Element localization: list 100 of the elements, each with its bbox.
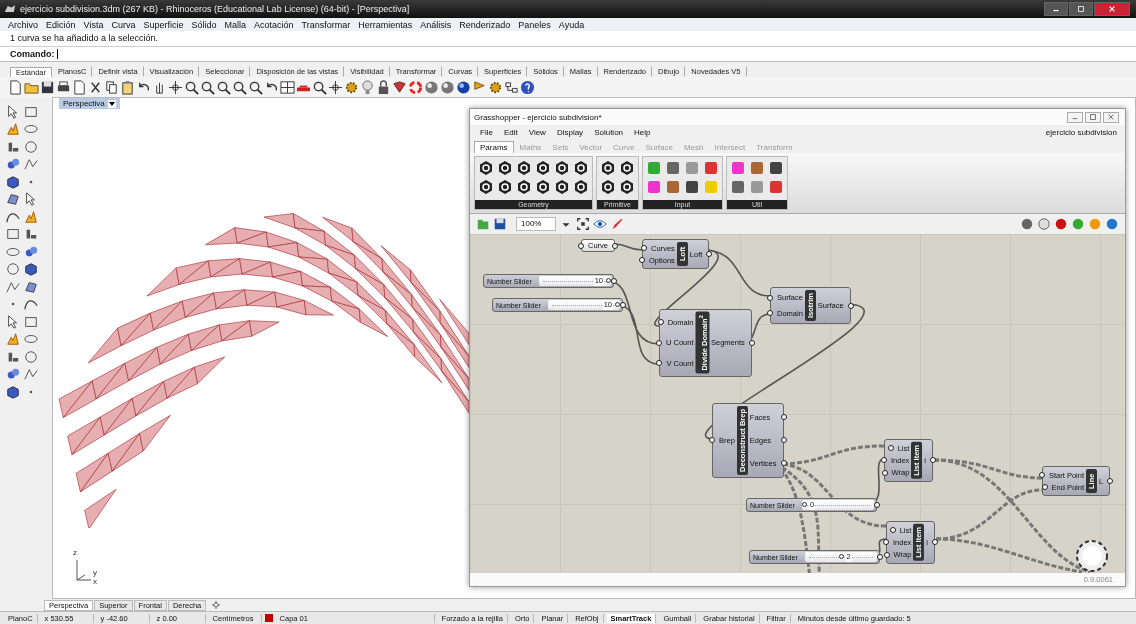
menu-item[interactable]: Renderizado bbox=[459, 19, 511, 30]
output-port[interactable] bbox=[748, 339, 755, 346]
output-port[interactable] bbox=[874, 502, 880, 508]
menu-item[interactable]: Ayuda bbox=[558, 19, 585, 30]
move-icon[interactable] bbox=[328, 79, 343, 95]
sphere-icon[interactable] bbox=[1054, 217, 1068, 231]
maximize-button[interactable] bbox=[1085, 111, 1101, 123]
menu-item[interactable]: Transformar bbox=[301, 19, 351, 30]
menu-item[interactable]: Solution bbox=[594, 127, 624, 137]
hexagon-icon[interactable] bbox=[535, 160, 551, 176]
polyline-icon[interactable] bbox=[24, 367, 38, 382]
add-tab-icon[interactable] bbox=[211, 600, 222, 610]
hexagon-icon[interactable] bbox=[573, 160, 589, 176]
pointer-icon[interactable] bbox=[6, 104, 20, 119]
tile-icon[interactable] bbox=[646, 160, 662, 176]
rectangle-icon[interactable] bbox=[24, 314, 38, 329]
tile-icon[interactable] bbox=[730, 179, 746, 195]
polyline-icon[interactable] bbox=[24, 157, 38, 172]
output-port[interactable] bbox=[877, 554, 883, 560]
gear-icon[interactable] bbox=[344, 79, 359, 95]
close-button[interactable] bbox=[1103, 111, 1119, 123]
sphere-icon[interactable] bbox=[440, 79, 455, 95]
copy-icon[interactable] bbox=[104, 79, 119, 95]
box-icon[interactable] bbox=[24, 262, 38, 277]
output-port[interactable] bbox=[780, 414, 787, 421]
help-icon[interactable] bbox=[520, 79, 535, 95]
tile-icon[interactable] bbox=[730, 160, 746, 176]
tile-icon[interactable] bbox=[749, 160, 765, 176]
menu-item[interactable]: Edición bbox=[46, 19, 76, 30]
circle-icon[interactable] bbox=[6, 262, 20, 277]
input-port[interactable] bbox=[709, 437, 715, 444]
hexagon-icon[interactable] bbox=[573, 179, 589, 195]
grid-icon[interactable] bbox=[280, 79, 295, 95]
menu-item[interactable]: Acotación bbox=[254, 19, 294, 30]
menu-item[interactable]: Superficie bbox=[143, 19, 184, 30]
box-icon[interactable] bbox=[6, 174, 20, 189]
menu-item[interactable]: File bbox=[480, 127, 493, 137]
output-port[interactable] bbox=[930, 457, 937, 464]
hexagon-icon[interactable] bbox=[516, 179, 532, 195]
tile-icon[interactable] bbox=[768, 160, 784, 176]
rectangle-icon[interactable] bbox=[6, 227, 20, 242]
save-icon[interactable] bbox=[493, 217, 507, 231]
hexagon-icon[interactable] bbox=[600, 160, 616, 176]
viewport[interactable] bbox=[52, 97, 1136, 599]
maximize-button[interactable] bbox=[1069, 2, 1093, 16]
input-port[interactable] bbox=[656, 339, 662, 346]
burst-icon[interactable] bbox=[6, 122, 20, 137]
menu-item[interactable]: Edit bbox=[503, 127, 518, 137]
save-icon[interactable] bbox=[40, 79, 55, 95]
spheres-icon[interactable] bbox=[24, 244, 38, 259]
magnifier-icon[interactable] bbox=[184, 79, 199, 95]
tile-icon[interactable] bbox=[646, 179, 662, 195]
menu-item[interactable]: Archivo bbox=[8, 19, 38, 30]
output-port[interactable] bbox=[847, 302, 854, 309]
sphere-icon[interactable] bbox=[1105, 217, 1119, 231]
circle-icon[interactable] bbox=[24, 139, 38, 154]
burst-icon[interactable] bbox=[6, 332, 20, 347]
rectangle-icon[interactable] bbox=[24, 104, 38, 119]
output-port[interactable] bbox=[620, 302, 626, 308]
lock-icon[interactable] bbox=[376, 79, 391, 95]
radial-widget-icon[interactable] bbox=[1074, 538, 1110, 573]
pointer-icon[interactable] bbox=[24, 192, 38, 207]
tile-icon[interactable] bbox=[665, 160, 681, 176]
menu-item[interactable]: Malla bbox=[224, 19, 246, 30]
magnifier-icon[interactable] bbox=[200, 79, 215, 95]
input-port[interactable] bbox=[767, 310, 773, 317]
ribbon-tab[interactable]: Params bbox=[474, 141, 514, 153]
menu-item[interactable]: Display bbox=[556, 127, 584, 137]
tile-icon[interactable] bbox=[768, 179, 784, 195]
pointer-icon[interactable] bbox=[6, 314, 20, 329]
hexagon-icon[interactable] bbox=[554, 160, 570, 176]
tile-icon[interactable] bbox=[665, 179, 681, 195]
hexagon-icon[interactable] bbox=[516, 160, 532, 176]
box-icon[interactable] bbox=[6, 384, 20, 399]
hexagon-icon[interactable] bbox=[619, 160, 635, 176]
surface-icon[interactable] bbox=[6, 192, 20, 207]
viewport-title[interactable]: Perspectiva bbox=[59, 98, 120, 109]
menu-item[interactable]: Sólido bbox=[191, 19, 217, 30]
surface-icon[interactable] bbox=[24, 279, 38, 294]
hexagon-icon[interactable] bbox=[478, 160, 494, 176]
sphere-icon[interactable] bbox=[1020, 217, 1034, 231]
menu-item[interactable]: Herramientas bbox=[358, 19, 413, 30]
node-canvas[interactable] bbox=[470, 234, 1125, 573]
input-port[interactable] bbox=[767, 294, 773, 301]
input-port[interactable] bbox=[657, 319, 664, 326]
hexagon-icon[interactable] bbox=[600, 179, 616, 195]
output-port[interactable] bbox=[1107, 478, 1114, 484]
bulb-icon[interactable] bbox=[360, 79, 375, 95]
document-icon[interactable] bbox=[72, 79, 87, 95]
hexagon-icon[interactable] bbox=[478, 179, 494, 195]
output-port[interactable] bbox=[611, 278, 617, 284]
magnifier-icon[interactable] bbox=[312, 79, 327, 95]
zoom-extents-icon[interactable] bbox=[576, 217, 590, 231]
tile-icon[interactable] bbox=[684, 160, 700, 176]
hexagon-icon[interactable] bbox=[497, 160, 513, 176]
tile-icon[interactable] bbox=[703, 160, 719, 176]
tile-icon[interactable] bbox=[684, 179, 700, 195]
polyline-icon[interactable] bbox=[6, 279, 20, 294]
input-port[interactable] bbox=[656, 360, 663, 367]
node-network-icon[interactable] bbox=[504, 79, 519, 95]
